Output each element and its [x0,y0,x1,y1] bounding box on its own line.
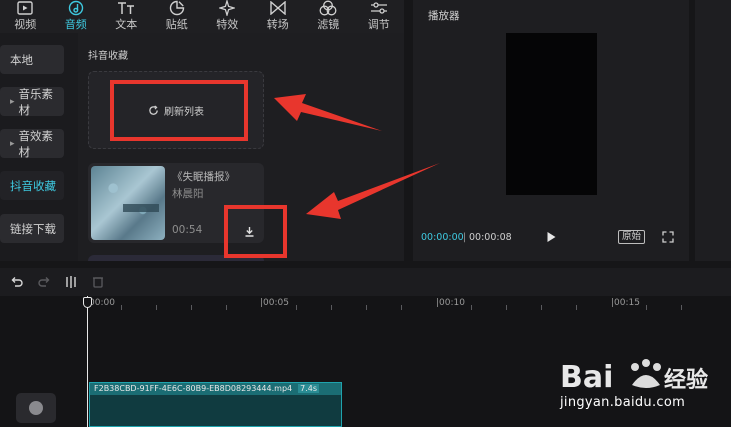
redo-icon[interactable] [37,275,51,289]
current-time: 00:00:00 [421,232,464,243]
sidebar-item-label: 音效素材 [18,128,54,159]
tab-sticker[interactable]: 贴纸 [152,0,203,33]
clip-filename: F2B38CBD-91FF-4E6C-80B9-EB8D08293444.mp4 [94,384,293,393]
tab-video[interactable]: 视频 [0,0,51,33]
player-title: 播放器 [428,10,460,22]
song-duration: 00:54 [172,224,203,236]
tab-video-label: 视频 [14,18,37,31]
ruler-label: |00:15 [611,298,640,308]
watermark-url: jingyan.baidu.com [560,395,686,410]
media-toolbar: 视频 音频 文本 贴纸 特效 转场 滤镜 调节 [0,0,404,33]
tab-effects-label: 特效 [216,18,239,31]
bullet-icon: ▸ [10,138,15,149]
clip-duration: 7.4s [298,384,320,393]
annotation-highlight-download [224,205,287,258]
sidebar-item-sound-effects[interactable]: ▸ 音效素材 [0,128,64,159]
sidebar-item-label: 本地 [10,52,33,67]
video-clip[interactable]: F2B38CBD-91FF-4E6C-80B9-EB8D08293444.mp4… [89,382,342,427]
video-icon [16,0,34,16]
sticker-icon [168,0,186,16]
playhead[interactable] [87,296,88,427]
sidebar-item-label: 链接下载 [10,221,56,236]
video-preview [506,33,597,195]
music-note-icon [67,0,85,16]
properties-panel [695,0,731,261]
album-cover-image [91,166,165,240]
sidebar-item-label: 音乐素材 [18,86,54,117]
section-title: 抖音收藏 [88,51,128,62]
playhead-handle[interactable] [83,297,92,308]
tab-audio-label: 音频 [64,18,87,31]
tab-effects[interactable]: 特效 [202,0,253,33]
track-mute-button[interactable] [16,393,56,423]
tab-adjust-label: 调节 [367,18,390,31]
audio-category-sidebar: 本地 ▸ 音乐素材 ▸ 音效素材 抖音收藏 链接下载 [0,33,78,261]
original-ratio-button[interactable]: 原始 [618,230,646,244]
song-title: 《失眠播报》 [172,171,235,183]
ruler-label: |00:10 [436,298,465,308]
time-ruler[interactable]: |00:00 |00:05 |00:10 |00:15 [86,296,731,312]
adjust-icon [370,0,388,16]
annotation-highlight-refresh [110,80,248,141]
text-icon [117,0,135,16]
tab-audio[interactable]: 音频 [51,0,102,33]
bullet-icon: ▸ [10,96,15,107]
tab-transition-label: 转场 [266,18,289,31]
transition-icon [269,0,287,16]
sidebar-item-local[interactable]: 本地 [0,45,64,74]
undo-icon[interactable] [10,275,24,289]
time-separator: | [463,232,467,243]
total-time: 00:00:08 [469,232,512,243]
sidebar-item-douyin-favorites[interactable]: 抖音收藏 [0,171,64,200]
sidebar-item-label: 抖音收藏 [10,178,56,193]
svg-text:Bai: Bai [560,360,613,395]
tab-transition[interactable]: 转场 [253,0,304,33]
split-icon[interactable] [64,275,78,289]
song-artist: 林晨阳 [172,188,204,200]
fullscreen-icon[interactable] [662,231,674,243]
sparkle-icon [218,0,236,16]
ruler-label: |00:05 [260,298,289,308]
tab-filter[interactable]: 滤镜 [303,0,354,33]
tab-text-label: 文本 [115,18,138,31]
clip-header: F2B38CBD-91FF-4E6C-80B9-EB8D08293444.mp4… [90,383,341,395]
track-icon [29,401,43,415]
filter-icon [319,0,337,16]
sidebar-item-link-download[interactable]: 链接下载 [0,214,64,243]
tab-sticker-label: 贴纸 [165,18,188,31]
svg-text:经验: 经验 [664,367,708,393]
tab-text[interactable]: 文本 [101,0,152,33]
sidebar-item-music[interactable]: ▸ 音乐素材 [0,86,64,117]
tab-adjust[interactable]: 调节 [354,0,405,33]
tab-filter-label: 滤镜 [317,18,340,31]
player-panel: 播放器 00:00:00 | 00:00:08 原始 [413,0,689,261]
play-icon[interactable] [545,231,557,243]
delete-icon[interactable] [91,275,105,289]
timeline-toolbar [0,268,731,296]
